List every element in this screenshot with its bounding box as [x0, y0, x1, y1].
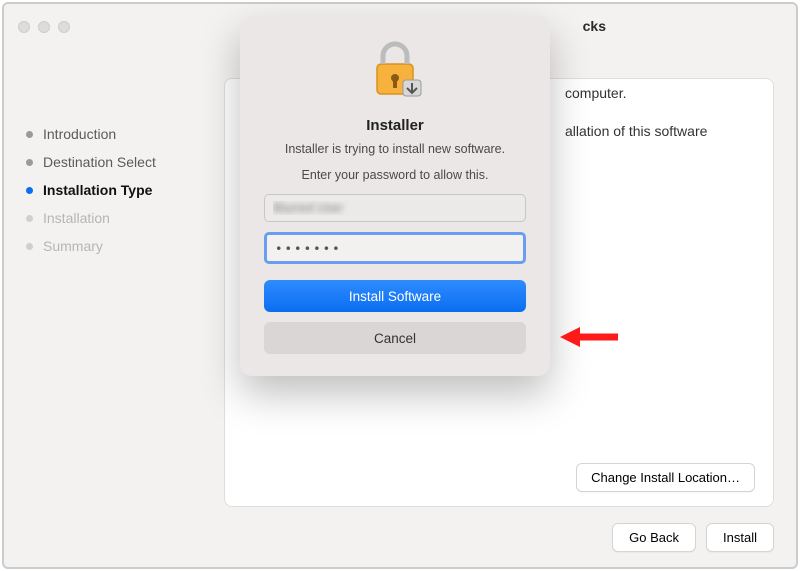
step-bullet — [26, 187, 33, 194]
step-destination-select: Destination Select — [26, 148, 224, 176]
step-summary: Summary — [26, 232, 224, 260]
password-field[interactable] — [264, 232, 526, 264]
footer: Go Back Install — [4, 507, 796, 567]
username-field[interactable] — [264, 194, 526, 222]
change-install-location-button[interactable]: Change Install Location… — [576, 463, 755, 492]
dialog-message: Installer is trying to install new softw… — [264, 142, 526, 156]
step-bullet — [26, 131, 33, 138]
step-label: Installation — [43, 210, 110, 226]
background-text-line1: computer. — [565, 85, 626, 101]
step-label: Summary — [43, 238, 103, 254]
install-button[interactable]: Install — [706, 523, 774, 552]
window-title-fragment: cks — [583, 18, 606, 34]
step-installation: Installation — [26, 204, 224, 232]
step-label: Introduction — [43, 126, 116, 142]
lock-icon — [365, 38, 425, 102]
callout-arrow-icon — [560, 325, 620, 349]
window-controls — [18, 21, 70, 33]
step-label: Destination Select — [43, 154, 156, 170]
dialog-prompt: Enter your password to allow this. — [264, 168, 526, 182]
step-bullet — [26, 159, 33, 166]
step-label: Installation Type — [43, 182, 152, 198]
step-bullet — [26, 243, 33, 250]
steps-sidebar: Introduction Destination Select Installa… — [4, 50, 224, 507]
auth-dialog: Installer Installer is trying to install… — [240, 16, 550, 376]
go-back-button[interactable]: Go Back — [612, 523, 696, 552]
step-installation-type: Installation Type — [26, 176, 224, 204]
dialog-title: Installer — [264, 117, 526, 134]
close-window-button[interactable] — [18, 21, 30, 33]
zoom-window-button[interactable] — [58, 21, 70, 33]
background-text-line2: allation of this software — [565, 123, 707, 139]
cancel-button[interactable]: Cancel — [264, 322, 526, 354]
minimize-window-button[interactable] — [38, 21, 50, 33]
install-software-button[interactable]: Install Software — [264, 280, 526, 312]
step-introduction: Introduction — [26, 120, 224, 148]
step-bullet — [26, 215, 33, 222]
